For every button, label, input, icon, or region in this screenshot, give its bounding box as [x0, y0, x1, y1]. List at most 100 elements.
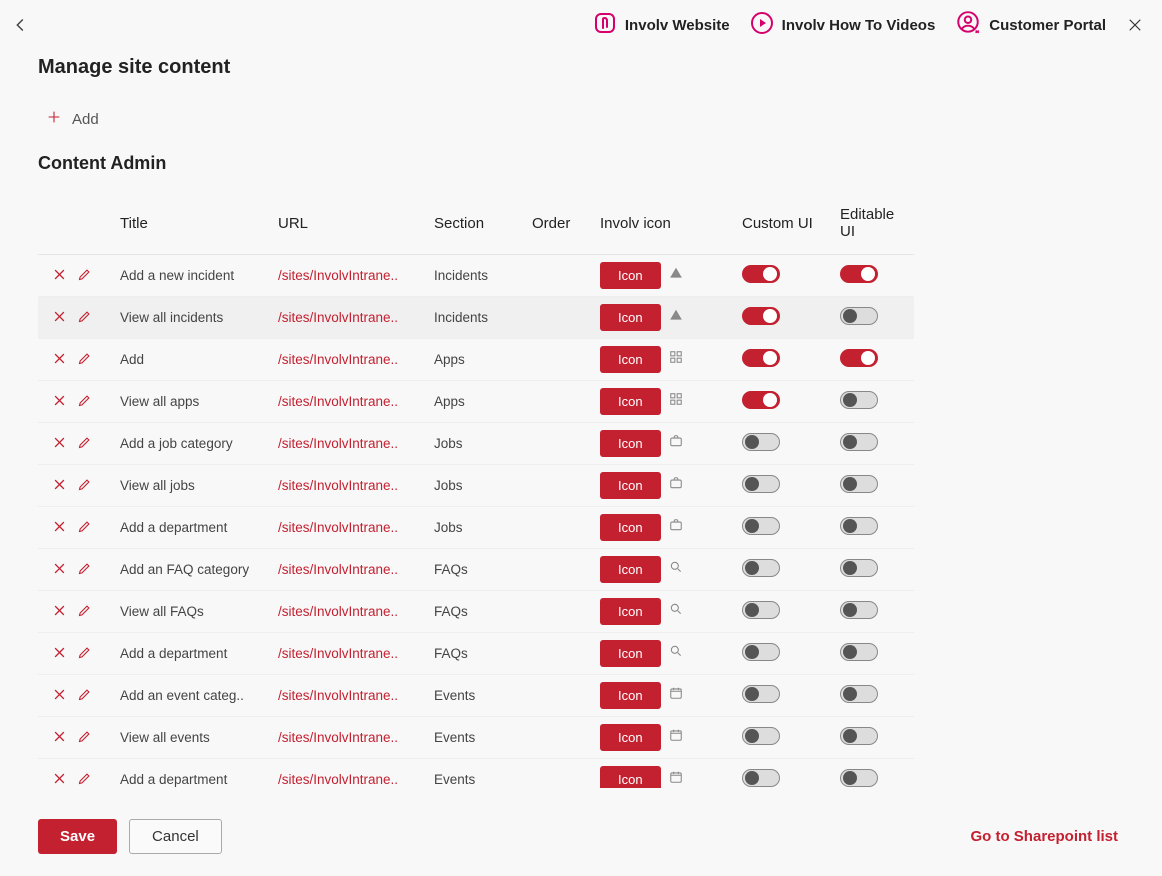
close-icon[interactable] [1126, 16, 1144, 34]
delete-row-icon[interactable] [52, 267, 67, 282]
edit-row-icon[interactable] [77, 561, 92, 576]
editable-ui-toggle[interactable] [840, 307, 878, 325]
edit-row-icon[interactable] [77, 477, 92, 492]
row-title: View all jobs [114, 465, 272, 507]
delete-row-icon[interactable] [52, 729, 67, 744]
custom-ui-toggle[interactable] [742, 391, 780, 409]
icon-picker-button[interactable]: Icon [600, 430, 661, 457]
delete-row-icon[interactable] [52, 771, 67, 786]
row-url[interactable]: /sites/InvolvIntrane.. [272, 297, 428, 339]
col-order: Order [526, 188, 594, 255]
editable-ui-toggle[interactable] [840, 601, 878, 619]
header-link-videos[interactable]: Involv How To Videos [750, 11, 936, 39]
delete-row-icon[interactable] [52, 645, 67, 660]
custom-ui-toggle[interactable] [742, 601, 780, 619]
row-order [526, 381, 594, 423]
row-url[interactable]: /sites/InvolvIntrane.. [272, 717, 428, 759]
row-section: Jobs [428, 465, 526, 507]
save-button[interactable]: Save [38, 819, 117, 854]
delete-row-icon[interactable] [52, 519, 67, 534]
edit-row-icon[interactable] [77, 519, 92, 534]
editable-ui-toggle[interactable] [840, 727, 878, 745]
icon-picker-button[interactable]: Icon [600, 472, 661, 499]
delete-row-icon[interactable] [52, 393, 67, 408]
edit-row-icon[interactable] [77, 603, 92, 618]
editable-ui-toggle[interactable] [840, 433, 878, 451]
row-url[interactable]: /sites/InvolvIntrane.. [272, 591, 428, 633]
icon-picker-button[interactable]: Icon [600, 766, 661, 788]
row-url[interactable]: /sites/InvolvIntrane.. [272, 339, 428, 381]
editable-ui-toggle[interactable] [840, 517, 878, 535]
icon-picker-button[interactable]: Icon [600, 682, 661, 709]
edit-row-icon[interactable] [77, 267, 92, 282]
cancel-button[interactable]: Cancel [129, 819, 222, 854]
row-order [526, 339, 594, 381]
custom-ui-toggle[interactable] [742, 769, 780, 787]
table-row: Add a department/sites/InvolvIntrane..Ev… [38, 759, 914, 789]
delete-row-icon[interactable] [52, 561, 67, 576]
custom-ui-toggle[interactable] [742, 727, 780, 745]
icon-picker-button[interactable]: Icon [600, 556, 661, 583]
custom-ui-toggle[interactable] [742, 265, 780, 283]
delete-row-icon[interactable] [52, 351, 67, 366]
sharepoint-link[interactable]: Go to Sharepoint list [970, 828, 1118, 845]
edit-row-icon[interactable] [77, 309, 92, 324]
icon-picker-button[interactable]: Icon [600, 724, 661, 751]
custom-ui-toggle[interactable] [742, 475, 780, 493]
row-url[interactable]: /sites/InvolvIntrane.. [272, 465, 428, 507]
editable-ui-toggle[interactable] [840, 265, 878, 283]
editable-ui-toggle[interactable] [840, 391, 878, 409]
col-title: Title [114, 188, 272, 255]
row-title: Add a department [114, 507, 272, 549]
back-arrow-icon[interactable] [10, 14, 32, 36]
custom-ui-toggle[interactable] [742, 307, 780, 325]
calendar-icon [669, 686, 683, 703]
header-link-portal[interactable]: Customer Portal [955, 10, 1106, 40]
col-url: URL [272, 188, 428, 255]
editable-ui-toggle[interactable] [840, 475, 878, 493]
edit-row-icon[interactable] [77, 771, 92, 786]
row-title: View all FAQs [114, 591, 272, 633]
edit-row-icon[interactable] [77, 645, 92, 660]
editable-ui-toggle[interactable] [840, 769, 878, 787]
custom-ui-toggle[interactable] [742, 433, 780, 451]
icon-picker-button[interactable]: Icon [600, 640, 661, 667]
icon-picker-button[interactable]: Icon [600, 304, 661, 331]
header-link-website[interactable]: Involv Website [593, 11, 730, 39]
edit-row-icon[interactable] [77, 393, 92, 408]
custom-ui-toggle[interactable] [742, 559, 780, 577]
delete-row-icon[interactable] [52, 477, 67, 492]
custom-ui-toggle[interactable] [742, 643, 780, 661]
row-url[interactable]: /sites/InvolvIntrane.. [272, 549, 428, 591]
briefcase-icon [669, 476, 683, 493]
edit-row-icon[interactable] [77, 729, 92, 744]
content-table-wrapper[interactable]: Title URL Section Order Involv icon Cust… [38, 188, 1122, 788]
custom-ui-toggle[interactable] [742, 517, 780, 535]
edit-row-icon[interactable] [77, 351, 92, 366]
editable-ui-toggle[interactable] [840, 559, 878, 577]
custom-ui-toggle[interactable] [742, 685, 780, 703]
editable-ui-toggle[interactable] [840, 643, 878, 661]
delete-row-icon[interactable] [52, 687, 67, 702]
icon-picker-button[interactable]: Icon [600, 346, 661, 373]
delete-row-icon[interactable] [52, 309, 67, 324]
editable-ui-toggle[interactable] [840, 349, 878, 367]
row-url[interactable]: /sites/InvolvIntrane.. [272, 633, 428, 675]
row-url[interactable]: /sites/InvolvIntrane.. [272, 675, 428, 717]
row-url[interactable]: /sites/InvolvIntrane.. [272, 759, 428, 789]
icon-picker-button[interactable]: Icon [600, 514, 661, 541]
row-url[interactable]: /sites/InvolvIntrane.. [272, 255, 428, 297]
editable-ui-toggle[interactable] [840, 685, 878, 703]
row-url[interactable]: /sites/InvolvIntrane.. [272, 423, 428, 465]
icon-picker-button[interactable]: Icon [600, 388, 661, 415]
edit-row-icon[interactable] [77, 687, 92, 702]
row-url[interactable]: /sites/InvolvIntrane.. [272, 381, 428, 423]
custom-ui-toggle[interactable] [742, 349, 780, 367]
edit-row-icon[interactable] [77, 435, 92, 450]
add-button[interactable]: Add [0, 83, 1162, 139]
delete-row-icon[interactable] [52, 603, 67, 618]
row-url[interactable]: /sites/InvolvIntrane.. [272, 507, 428, 549]
delete-row-icon[interactable] [52, 435, 67, 450]
icon-picker-button[interactable]: Icon [600, 598, 661, 625]
icon-picker-button[interactable]: Icon [600, 262, 661, 289]
